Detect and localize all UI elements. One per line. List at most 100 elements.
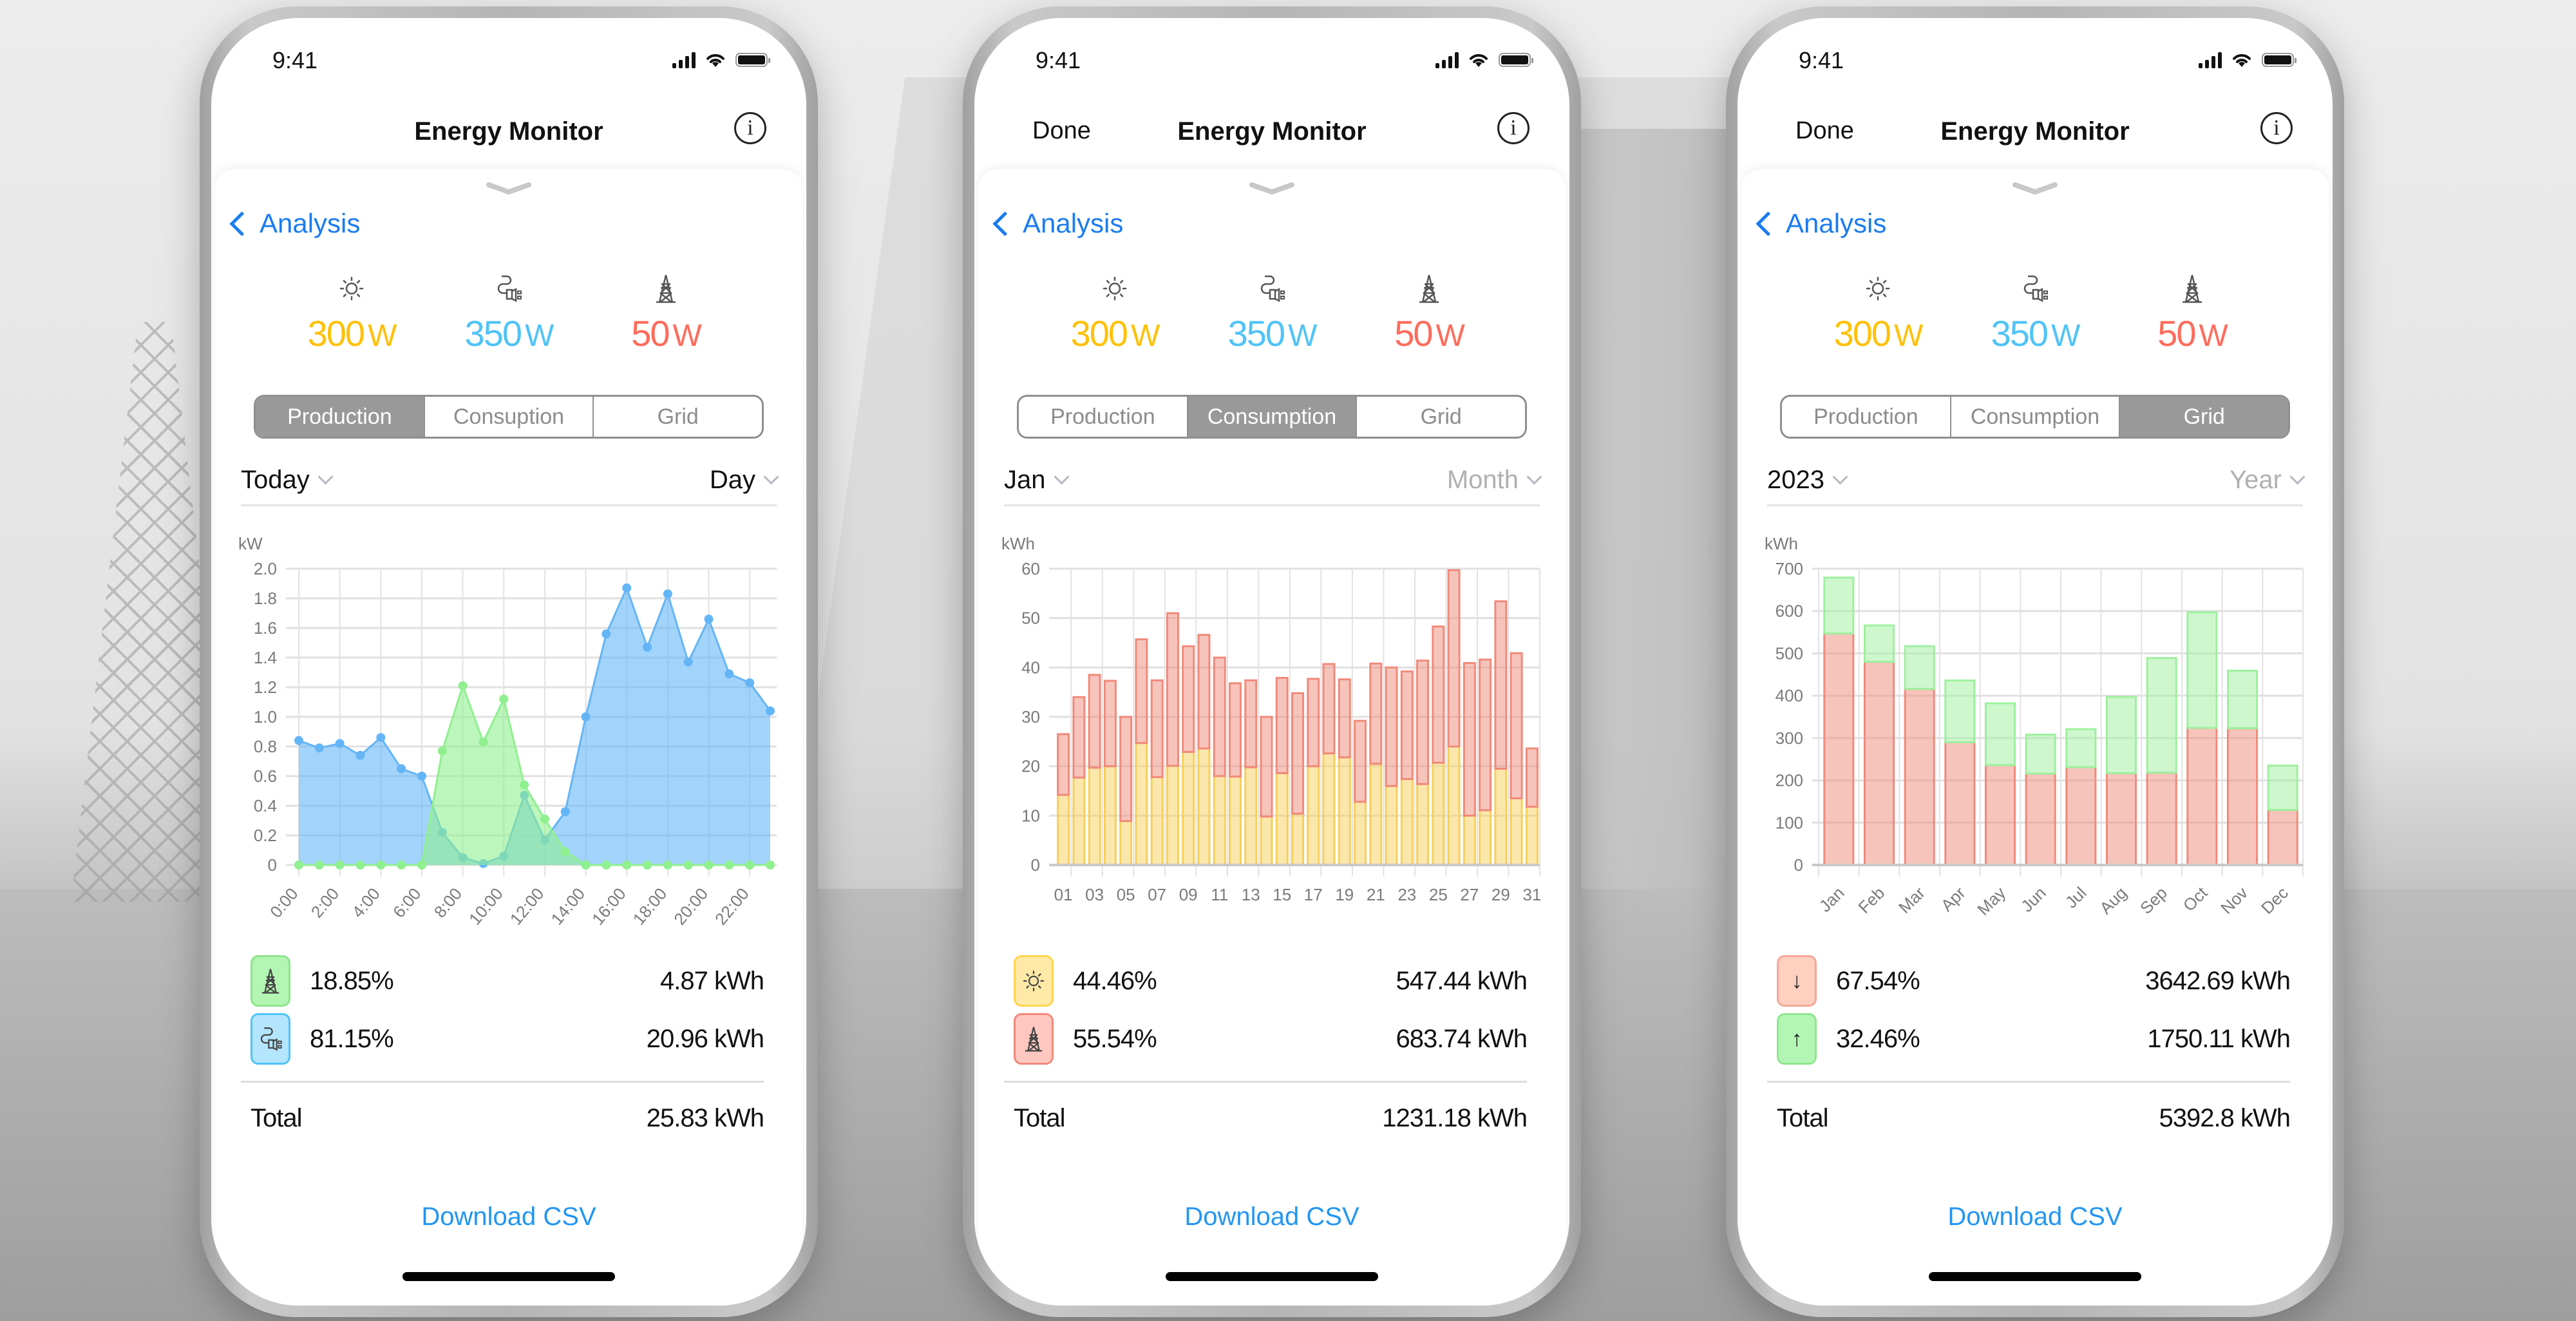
data-point[interactable] [355, 750, 365, 760]
tab-grid[interactable]: Grid [1357, 397, 1525, 437]
period-selector[interactable]: Today [241, 466, 334, 495]
data-point[interactable] [766, 860, 775, 870]
bar-export[interactable] [1904, 645, 1935, 690]
bar-solar[interactable] [1197, 747, 1211, 866]
bar-solar[interactable] [1525, 806, 1539, 866]
data-point[interactable] [437, 746, 447, 756]
tab-production[interactable]: Production [256, 397, 425, 437]
bar-export[interactable] [2146, 657, 2177, 774]
bar-import[interactable] [2186, 727, 2218, 866]
tab-grid[interactable]: Grid [2120, 397, 2288, 437]
data-point[interactable] [560, 847, 570, 857]
bar-grid[interactable] [1228, 682, 1242, 778]
data-point[interactable] [397, 860, 406, 870]
tab-production[interactable]: Production [1019, 397, 1188, 437]
back-to-analysis-link[interactable]: Analysis [989, 208, 1123, 239]
bar-solar[interactable] [1103, 765, 1117, 866]
download-csv-button[interactable]: Download CSV [1741, 1202, 2329, 1231]
period-selector[interactable]: Jan [1004, 466, 1070, 495]
data-point[interactable] [663, 860, 672, 870]
bar-import[interactable] [1823, 632, 1855, 866]
bar-solar[interactable] [1260, 815, 1273, 866]
bar-solar[interactable] [1150, 776, 1164, 866]
bar-export[interactable] [1863, 624, 1895, 663]
data-point[interactable] [766, 706, 775, 716]
info-icon[interactable]: i [1497, 112, 1530, 144]
sheet-collapse-chevron-icon[interactable] [2012, 182, 2058, 195]
data-point[interactable] [683, 657, 693, 667]
download-csv-button[interactable]: Download CSV [978, 1202, 1566, 1231]
bar-solar[interactable] [1213, 775, 1226, 866]
data-point[interactable] [376, 860, 386, 870]
bar-grid[interactable] [1119, 716, 1133, 822]
back-to-analysis-link[interactable]: Analysis [1752, 208, 1886, 239]
bar-solar[interactable] [1463, 814, 1476, 866]
bar-solar[interactable] [1228, 775, 1242, 866]
range-selector[interactable]: Day [710, 466, 779, 495]
bar-grid[interactable] [1385, 666, 1398, 787]
data-point[interactable] [724, 669, 734, 679]
bar-solar[interactable] [1182, 750, 1195, 866]
bar-import[interactable] [2105, 772, 2137, 866]
bar-grid[interactable] [1525, 747, 1539, 808]
info-icon[interactable]: i [734, 112, 766, 144]
data-point[interactable] [355, 860, 365, 870]
bar-grid[interactable] [1260, 716, 1273, 818]
tab-grid[interactable]: Grid [594, 397, 762, 437]
bar-grid[interactable] [1416, 660, 1430, 785]
bar-grid[interactable] [1510, 652, 1523, 799]
data-point[interactable] [622, 860, 632, 870]
bar-import[interactable] [1863, 661, 1895, 866]
bar-export[interactable] [2105, 696, 2137, 774]
bar-import[interactable] [2226, 727, 2259, 866]
bar-solar[interactable] [1354, 801, 1367, 866]
data-point[interactable] [294, 860, 303, 870]
bar-grid[interactable] [1479, 658, 1492, 812]
data-point[interactable] [417, 860, 426, 870]
bar-export[interactable] [1984, 702, 2016, 766]
data-point[interactable] [335, 739, 345, 748]
bar-import[interactable] [2025, 772, 2056, 866]
data-point[interactable] [724, 860, 734, 870]
bar-solar[interactable] [1088, 766, 1101, 866]
bar-solar[interactable] [1400, 778, 1414, 866]
home-indicator[interactable] [1929, 1272, 2141, 1281]
bar-grid[interactable] [1213, 656, 1226, 777]
data-point[interactable] [683, 860, 693, 870]
bar-import[interactable] [2267, 809, 2298, 866]
data-point[interactable] [314, 743, 324, 753]
bar-solar[interactable] [1479, 809, 1492, 866]
data-point[interactable] [601, 860, 611, 870]
home-indicator[interactable] [1166, 1272, 1378, 1281]
bar-grid[interactable] [1400, 670, 1414, 781]
bar-grid[interactable] [1307, 678, 1320, 768]
bar-grid[interactable] [1166, 612, 1179, 767]
bar-solar[interactable] [1119, 820, 1133, 866]
bar-grid[interactable] [1447, 569, 1461, 748]
bar-export[interactable] [1944, 679, 1976, 743]
data-point[interactable] [643, 642, 652, 652]
bar-grid[interactable] [1275, 676, 1289, 774]
back-to-analysis-link[interactable]: Analysis [225, 208, 360, 239]
data-point[interactable] [478, 737, 488, 747]
bar-export[interactable] [2186, 611, 2218, 729]
bar-solar[interactable] [1072, 776, 1086, 866]
bar-grid[interactable] [1369, 662, 1383, 765]
range-selector[interactable]: Month [1447, 466, 1542, 495]
bar-grid[interactable] [1150, 679, 1164, 779]
bar-solar[interactable] [1244, 766, 1258, 866]
bar-export[interactable] [2065, 728, 2097, 768]
bar-grid[interactable] [1432, 625, 1445, 764]
bar-grid[interactable] [1463, 661, 1476, 817]
bar-export[interactable] [2226, 669, 2259, 730]
bar-solar[interactable] [1338, 756, 1351, 866]
info-icon[interactable]: i [2260, 112, 2293, 144]
bar-grid[interactable] [1103, 680, 1117, 768]
bar-grid[interactable] [1135, 638, 1148, 745]
bar-grid[interactable] [1494, 600, 1508, 770]
range-selector[interactable]: Year [2230, 466, 2306, 495]
bar-grid[interactable] [1244, 679, 1258, 768]
tab-consumption[interactable]: Consumption [1951, 397, 2121, 437]
tab-consumption[interactable]: Consuption [425, 397, 594, 437]
bar-grid[interactable] [1197, 634, 1211, 750]
